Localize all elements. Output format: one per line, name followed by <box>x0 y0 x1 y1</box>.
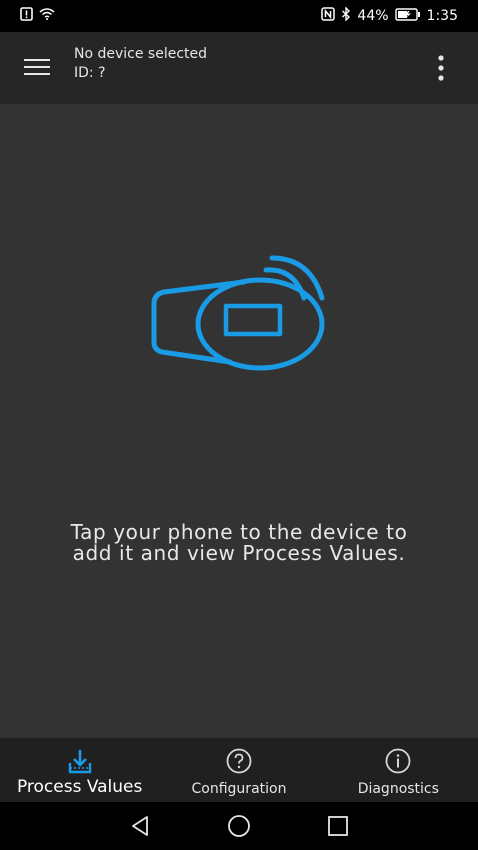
wifi-icon <box>39 8 55 24</box>
app-bar: No device selected ID: ? <box>0 32 478 104</box>
tab-configuration[interactable]: Configuration <box>159 738 318 802</box>
back-triangle-icon[interactable] <box>125 811 155 841</box>
bluetooth-icon <box>341 6 351 25</box>
more-vertical-icon[interactable] <box>426 50 456 86</box>
bottom-nav: Process Values Configuration Diagnostics <box>0 738 478 802</box>
tab-configuration-label: Configuration <box>191 781 287 797</box>
battery-charging-icon <box>394 7 421 25</box>
tap-hint-text: Tap your phone to the device to add it a… <box>70 520 408 565</box>
sim-alert-icon <box>20 7 33 25</box>
recents-square-icon[interactable] <box>323 811 353 841</box>
download-tray-icon <box>66 747 94 775</box>
tab-process-values-label: Process Values <box>16 777 143 797</box>
hamburger-menu-icon[interactable] <box>22 54 52 80</box>
system-nav-bar <box>0 802 478 850</box>
tab-process-values[interactable]: Process Values <box>0 738 159 802</box>
app-title: No device selected <box>74 46 208 62</box>
device-id: ID: ? <box>74 65 106 81</box>
status-left <box>20 7 55 25</box>
battery-percent: 44% <box>357 8 389 24</box>
nfc-device-icon <box>148 254 330 374</box>
help-circle-icon <box>225 747 253 775</box>
status-bar: 44% 1:35 <box>0 0 478 32</box>
home-circle-icon[interactable] <box>224 811 254 841</box>
info-circle-icon <box>384 747 412 775</box>
main-content: Tap your phone to the device to add it a… <box>0 104 478 738</box>
nfc-icon <box>321 7 336 25</box>
tab-diagnostics[interactable]: Diagnostics <box>319 738 478 802</box>
status-right: 44% 1:35 <box>321 6 458 25</box>
status-time: 1:35 <box>426 8 458 24</box>
tab-diagnostics-label: Diagnostics <box>357 781 439 797</box>
